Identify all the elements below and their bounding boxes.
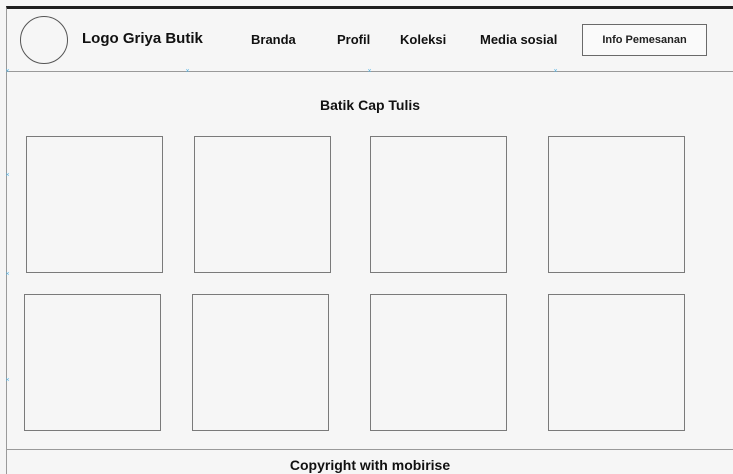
resize-handle-icon: × [185, 68, 190, 75]
resize-handle-icon: × [5, 68, 10, 75]
resize-handle-icon: × [5, 377, 10, 384]
collection-tile-4[interactable] [548, 136, 685, 273]
nav-item-branda[interactable]: Branda [251, 32, 296, 47]
resize-handle-icon: × [5, 271, 10, 278]
resize-handle-icon: × [553, 68, 558, 75]
collection-tile-5[interactable] [24, 294, 161, 431]
collection-tile-1[interactable] [26, 136, 163, 273]
collection-tile-3[interactable] [370, 136, 507, 273]
page: Logo Griya Butik Branda Profil Koleksi M… [0, 0, 733, 474]
info-pemesanan-button[interactable]: Info Pemesanan [582, 24, 707, 56]
logo-circle[interactable] [20, 16, 68, 64]
collection-tile-8[interactable] [548, 294, 685, 431]
resize-handle-icon: × [5, 172, 10, 179]
header: Logo Griya Butik Branda Profil Koleksi M… [7, 9, 733, 72]
nav-item-media-sosial[interactable]: Media sosial [480, 32, 557, 47]
footer: Copyright with mobirise [7, 449, 733, 474]
nav-item-koleksi[interactable]: Koleksi [400, 32, 446, 47]
collection-tile-2[interactable] [194, 136, 331, 273]
section-title: Batik Cap Tulis [319, 97, 421, 113]
resize-handle-icon: × [367, 68, 372, 75]
collection-tile-7[interactable] [370, 294, 507, 431]
collection-tile-6[interactable] [192, 294, 329, 431]
nav-item-profil[interactable]: Profil [337, 32, 370, 47]
footer-copyright: Copyright with mobirise [289, 457, 451, 473]
page-frame: Logo Griya Butik Branda Profil Koleksi M… [6, 6, 733, 474]
logo-text[interactable]: Logo Griya Butik [82, 30, 203, 47]
